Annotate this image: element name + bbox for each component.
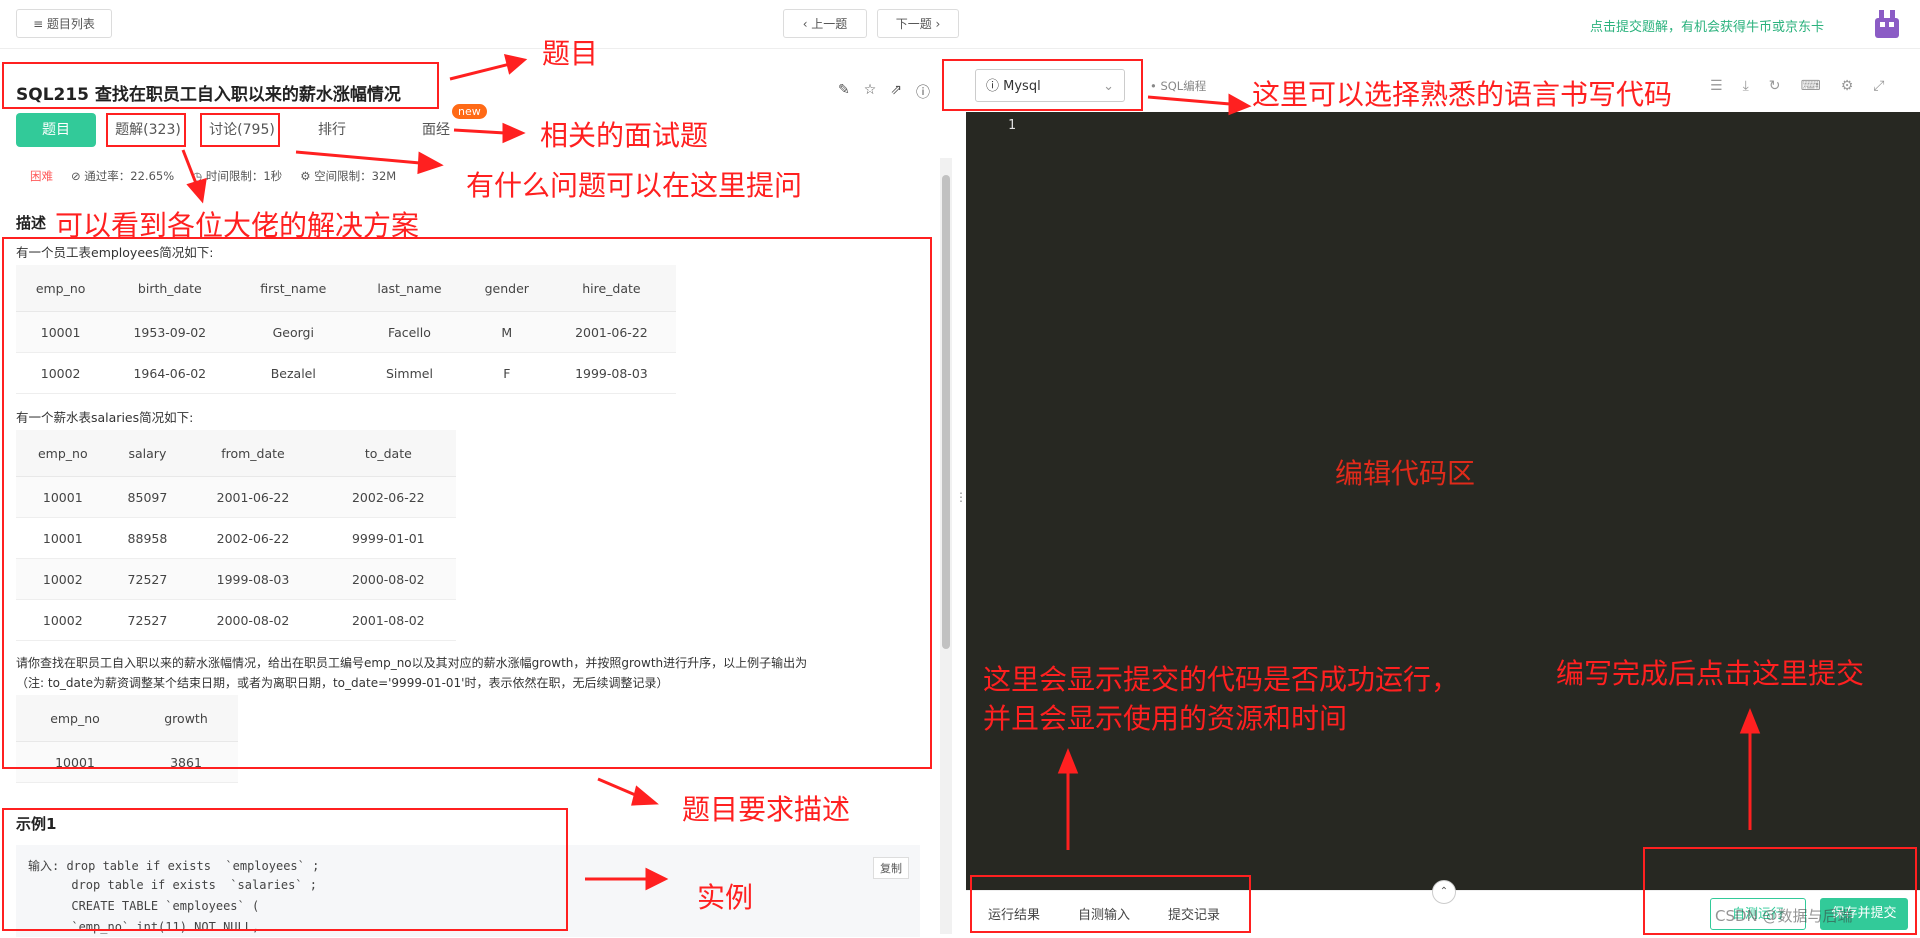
annotation-arrows (181, 54, 1761, 891)
